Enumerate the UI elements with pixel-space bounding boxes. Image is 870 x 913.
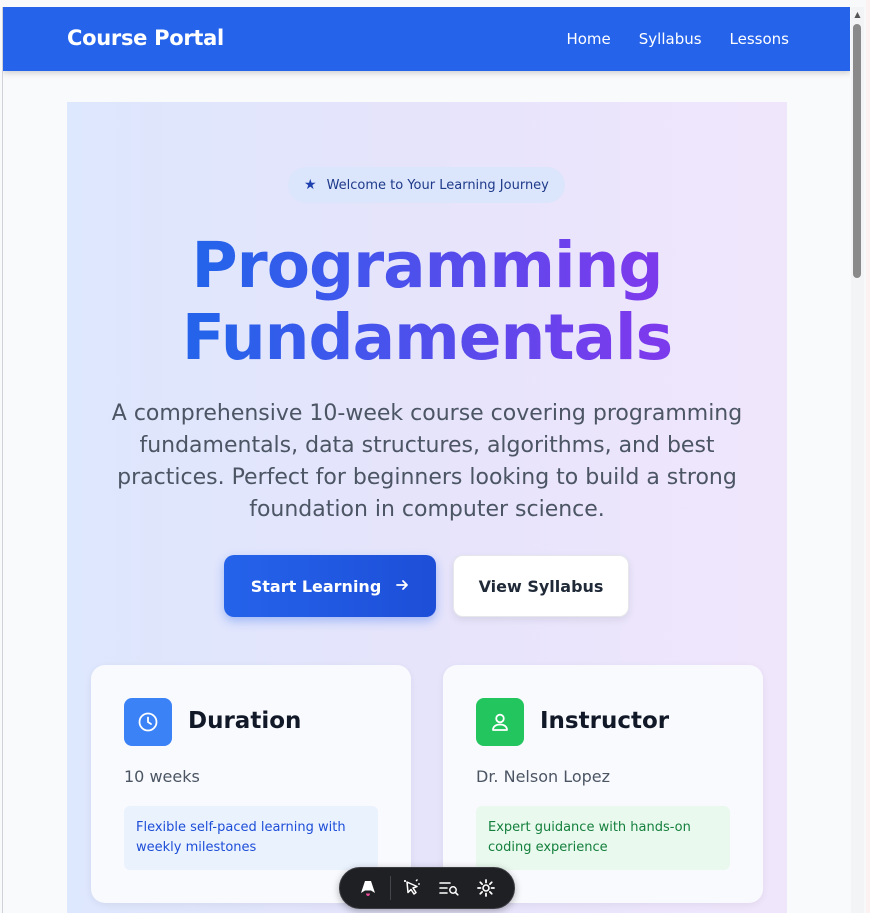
instructor-note: Expert guidance with hands-on coding exp…: [476, 806, 730, 870]
course-title-line2: Fundamentals: [181, 301, 673, 374]
window-edge: [866, 0, 870, 913]
instructor-name: Dr. Nelson Lopez: [476, 767, 611, 786]
star-icon: ★: [304, 177, 317, 193]
nav-link-home[interactable]: Home: [566, 30, 610, 48]
course-title-line1: Programming: [191, 229, 663, 302]
astro-logo-icon[interactable]: [353, 873, 383, 903]
welcome-badge: ★ Welcome to Your Learning Journey: [288, 167, 565, 203]
welcome-badge-label: Welcome to Your Learning Journey: [326, 177, 549, 193]
brand-logo[interactable]: Course Portal: [67, 26, 224, 50]
dev-toolbar: [339, 867, 515, 909]
start-learning-label: Start Learning: [250, 576, 382, 596]
toolbar-divider: [389, 876, 391, 900]
inspect-cursor-icon[interactable]: [397, 873, 427, 903]
nav-links: Home Syllabus Lessons: [566, 30, 789, 48]
arrow-right-icon: [395, 577, 409, 596]
hero-section: ★ Welcome to Your Learning Journey Progr…: [67, 102, 787, 913]
settings-gear-icon[interactable]: [471, 873, 501, 903]
duration-value: 10 weeks: [124, 767, 200, 786]
start-learning-button[interactable]: Start Learning: [224, 555, 436, 617]
user-icon: [476, 698, 524, 746]
nav-link-syllabus[interactable]: Syllabus: [639, 30, 702, 48]
instructor-title: Instructor: [540, 708, 670, 734]
audit-list-icon[interactable]: [434, 873, 464, 903]
nav-link-lessons[interactable]: Lessons: [730, 30, 789, 48]
view-syllabus-button[interactable]: View Syllabus: [453, 555, 629, 617]
vertical-scrollbar[interactable]: ▲: [851, 7, 864, 913]
duration-note: Flexible self-paced learning with weekly…: [124, 806, 378, 870]
top-navbar: Course Portal Home Syllabus Lessons: [3, 7, 850, 71]
view-syllabus-label: View Syllabus: [478, 576, 604, 596]
course-description: A comprehensive 10-week course covering …: [111, 401, 743, 522]
clock-icon: [124, 698, 172, 746]
scroll-up-arrow-icon[interactable]: ▲: [851, 7, 864, 22]
browser-viewport: Course Portal Home Syllabus Lessons ★ We…: [2, 7, 850, 913]
course-title: Programming Fundamentals: [67, 230, 787, 374]
scroll-thumb[interactable]: [853, 24, 861, 278]
duration-title: Duration: [188, 708, 302, 734]
